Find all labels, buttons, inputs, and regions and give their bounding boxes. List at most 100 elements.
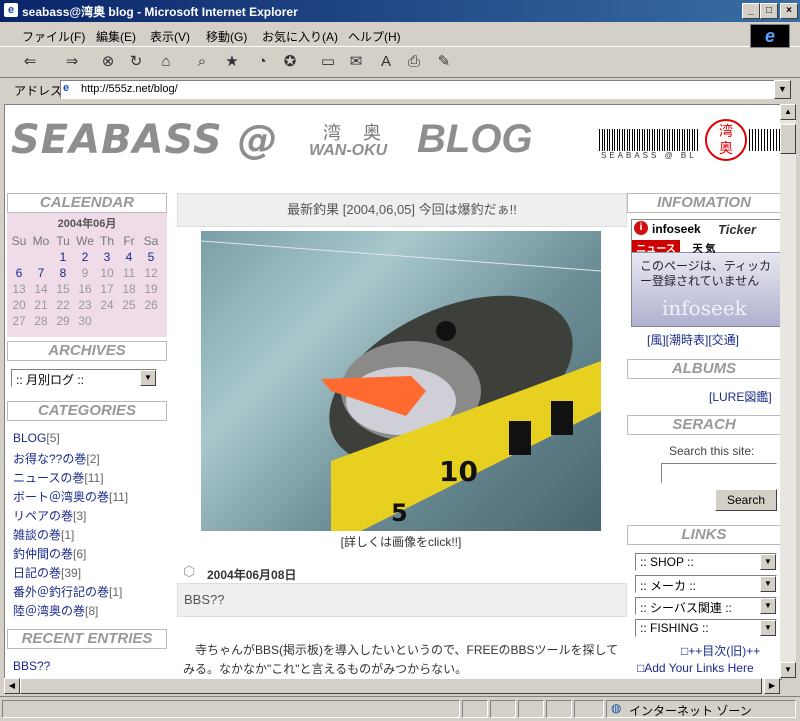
ruler-5-label: 5 <box>391 499 408 527</box>
ticker-tab-news[interactable]: ニュース <box>632 240 680 255</box>
stop-icon[interactable]: ⊗ <box>98 52 118 72</box>
calendar-day-link[interactable]: 2 <box>74 249 96 265</box>
menu-bar: ファイル(F) 編集(E) 表示(V) 移動(G) お気に入り(A) ヘルプ(H… <box>0 22 800 47</box>
history-icon[interactable]: ◔ <box>252 52 272 72</box>
calendar-day-link[interactable]: 7 <box>30 265 52 281</box>
calendar-day: 23 <box>78 298 92 312</box>
search-input[interactable] <box>661 463 777 483</box>
links-select-seabass[interactable]: :: シーバス関連 :: ▼ <box>635 597 777 615</box>
address-input[interactable]: e http://555z.net/blog/ <box>60 80 776 99</box>
ticker-watermark: infoseek <box>662 296 747 320</box>
calendar-day-link[interactable]: 6 <box>8 265 30 281</box>
category-link[interactable]: BLOG[5] <box>13 431 60 445</box>
fish-photo[interactable]: 10 5 <box>201 231 601 531</box>
chevron-down-icon: ▼ <box>760 598 776 614</box>
menu-view[interactable]: 表示(V) <box>150 28 190 45</box>
links-select-shop[interactable]: :: SHOP :: ▼ <box>635 553 777 571</box>
scroll-down-icon[interactable]: ▼ <box>780 662 796 678</box>
refresh-icon[interactable]: ↻ <box>126 52 146 72</box>
infoseek-ticker[interactable]: i infoseek Ticker ニュース 天 気 このページは、ティッカー登… <box>631 219 781 327</box>
category-link[interactable]: 釣仲間の巻[6] <box>13 545 86 562</box>
ie-logo: e <box>750 24 790 48</box>
mail-icon[interactable]: ✉ <box>346 52 366 72</box>
category-link[interactable]: 番外＠釣行記の巻[1] <box>13 583 122 600</box>
forward-icon[interactable]: ⇒ <box>62 52 82 72</box>
category-link[interactable]: ボート＠湾奥の巻[11] <box>13 488 128 505</box>
entry-title[interactable]: 最新釣果 [2004,06,05] 今回は爆釣だぁ!! <box>177 193 627 227</box>
recent-entry-link[interactable]: BBS?? <box>13 659 50 673</box>
calendar-day: 15 <box>56 282 70 296</box>
entry2-title[interactable]: BBS?? <box>177 583 627 617</box>
horizontal-scroll-thumb[interactable] <box>20 678 762 694</box>
window-title-bar[interactable]: e seabass@湾奥 blog - Microsoft Internet E… <box>0 0 800 22</box>
category-link[interactable]: 陸＠湾奥の巻[8] <box>13 602 98 619</box>
menu-favorites[interactable]: お気に入り(A) <box>262 28 338 45</box>
horizontal-scrollbar[interactable]: ◀ ▶ <box>4 678 780 694</box>
calendar-month: 2004年06月 <box>57 218 117 230</box>
category-link[interactable]: リペアの巻[3] <box>13 507 86 524</box>
calendar-day-link[interactable]: 3 <box>96 249 118 265</box>
logo-blog: BLOG <box>417 117 533 161</box>
calendar-day-link[interactable]: 5 <box>140 249 162 265</box>
links-select-fishing[interactable]: :: FISHING :: ▼ <box>635 619 777 637</box>
home-icon[interactable]: ⌂ <box>156 52 176 72</box>
category-link[interactable]: ニュースの巻[11] <box>13 469 104 486</box>
print-icon[interactable]: ⎙ <box>404 52 424 72</box>
minimize-button[interactable]: _ <box>742 3 760 19</box>
globe-icon: ◍ <box>611 701 622 715</box>
calendar-day <box>8 249 30 265</box>
fullscreen-icon[interactable]: ▭ <box>318 52 338 72</box>
add-links-link[interactable]: □Add Your Links Here <box>637 661 754 675</box>
back-icon[interactable]: ⇐ <box>20 52 40 72</box>
calendar-day <box>140 313 162 329</box>
photo-caption-link[interactable]: [詳しくは画像をclick!!] <box>177 533 625 550</box>
calendar-day <box>118 313 140 329</box>
category-link[interactable]: 雑談の巻[1] <box>13 526 74 543</box>
search-button[interactable]: Search <box>715 489 777 511</box>
maximize-button[interactable]: □ <box>760 3 778 19</box>
links-select-maker[interactable]: :: メーカ :: ▼ <box>635 575 777 593</box>
chevron-down-icon: ▼ <box>760 576 776 592</box>
lure-zukan-link[interactable]: [LURE図鑑] <box>709 388 772 405</box>
calendar-day: 11 <box>122 266 136 280</box>
close-button[interactable]: × <box>780 3 798 19</box>
calendar-heading: CALEENDAR <box>7 193 167 213</box>
weekday: Th <box>99 234 114 248</box>
entry2-title-text: BBS?? <box>184 592 225 607</box>
font-icon[interactable]: A <box>376 52 396 72</box>
scroll-left-icon[interactable]: ◀ <box>4 678 20 694</box>
search-icon[interactable]: ⌕ <box>192 52 212 72</box>
menu-go[interactable]: 移動(G) <box>206 28 247 45</box>
favorites-icon[interactable]: ★ <box>222 52 242 72</box>
archives-select[interactable]: :: 月別ログ :: ▼ <box>11 369 157 387</box>
calendar-day-link[interactable]: 4 <box>118 249 140 265</box>
status-bar: ◍ インターネット ゾーン <box>0 696 800 721</box>
vertical-scrollbar[interactable]: ▲ ▼ <box>780 104 796 678</box>
scroll-thumb[interactable] <box>780 124 796 154</box>
calendar-day: 29 <box>56 314 70 328</box>
links-index-link[interactable]: □++目次(旧)++ <box>681 642 760 659</box>
category-link[interactable]: 日記の巻[39] <box>13 564 81 581</box>
entry-body: 寺ちゃんがBBS(掲示板)を導入したいというので、FREEのBBSツールを探して… <box>183 643 619 676</box>
calendar-day-link[interactable]: 1 <box>52 249 74 265</box>
address-dropdown-button[interactable]: ▼ <box>774 80 791 99</box>
menu-file[interactable]: ファイル(F) <box>22 28 85 45</box>
scroll-right-icon[interactable]: ▶ <box>764 678 780 694</box>
chevron-down-icon: ▼ <box>760 620 776 636</box>
calendar-day <box>30 249 52 265</box>
scroll-up-icon[interactable]: ▲ <box>780 104 796 120</box>
calendar-day-link[interactable]: 8 <box>52 265 74 281</box>
menu-help[interactable]: ヘルプ(H) <box>348 28 401 45</box>
category-link[interactable]: お得な??の巻[2] <box>13 450 100 467</box>
address-url: http://555z.net/blog/ <box>81 83 178 95</box>
fish-photo-graphic: 10 5 <box>201 240 601 531</box>
calendar-day: 30 <box>78 314 92 328</box>
edit-icon[interactable]: ✎ <box>434 52 454 72</box>
channels-icon[interactable]: ✪ <box>280 52 300 72</box>
calendar-day: 16 <box>78 282 92 296</box>
menu-edit[interactable]: 編集(E) <box>96 28 136 45</box>
logo-seabass[interactable]: SEABASS @ <box>11 117 279 163</box>
ruler-10-label: 10 <box>439 455 478 488</box>
ticker-tab-weather[interactable]: 天 気 <box>684 240 724 255</box>
info-links[interactable]: [風][潮時表][交通] <box>647 331 739 348</box>
